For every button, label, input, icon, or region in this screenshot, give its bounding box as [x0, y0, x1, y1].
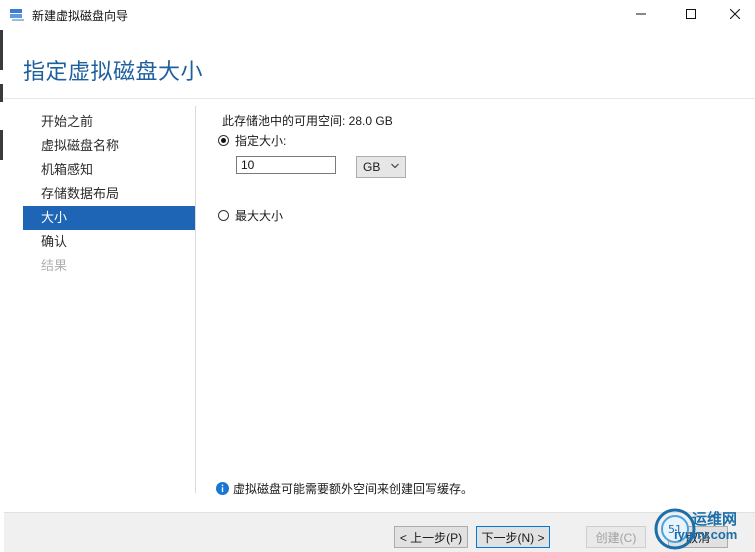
nav-item-virtual-disk-name[interactable]: 虚拟磁盘名称 [23, 134, 195, 158]
nav-item-results: 结果 [41, 258, 68, 273]
window-title: 新建虚拟磁盘向导 [32, 9, 129, 23]
watermark: 51 运维网 iyunv.com [652, 506, 752, 552]
specify-size-label: 指定大小: [235, 134, 287, 148]
wizard-header: 指定虚拟磁盘大小 [4, 28, 755, 98]
unit-select[interactable]: GB [356, 156, 406, 178]
wizard-steps-nav: 开始之前 虚拟磁盘名称 机箱感知 存储数据布局 大小 确认 结果 [23, 110, 195, 278]
maximize-icon [686, 9, 696, 19]
storage-app-icon [9, 6, 25, 22]
info-text: 虚拟磁盘可能需要额外空间来创建回写缓存。 [233, 482, 474, 496]
header-divider [4, 98, 755, 99]
wizard-window: 新建虚拟磁盘向导 指定虚拟磁盘大小 开始之前 虚拟磁盘名称 机箱感知 存储数据布… [0, 0, 755, 552]
specify-size-option[interactable]: 指定大小: [218, 132, 286, 149]
info-icon [216, 482, 229, 495]
info-message: 虚拟磁盘可能需要额外空间来创建回写缓存。 [216, 480, 473, 497]
watermark-line1: 运维网 [692, 511, 738, 528]
watermark-line2: iyunv.com [674, 527, 738, 542]
edge-artifact [0, 84, 3, 102]
nav-item-before-you-begin[interactable]: 开始之前 [23, 110, 195, 134]
edge-artifact [0, 30, 3, 70]
minimize-button[interactable] [618, 0, 664, 28]
chevron-down-icon [391, 163, 399, 169]
create-button: 创建(C) [586, 526, 646, 548]
nav-item-size[interactable]: 大小 [23, 206, 195, 230]
minimize-icon [636, 13, 646, 15]
next-button[interactable]: 下一步(N) > [476, 526, 550, 548]
page-title: 指定虚拟磁盘大小 [23, 59, 204, 84]
size-input[interactable] [236, 156, 336, 174]
wizard-footer: < 上一步(P) 下一步(N) > 创建(C) 取消 [4, 512, 755, 552]
close-icon [730, 9, 740, 19]
previous-button[interactable]: < 上一步(P) [394, 526, 468, 548]
close-button[interactable] [712, 0, 755, 28]
nav-item-enclosure-awareness[interactable]: 机箱感知 [23, 158, 195, 182]
edge-artifact [0, 130, 3, 160]
specify-size-radio[interactable] [218, 135, 229, 146]
nav-item-confirmation[interactable]: 确认 [23, 230, 195, 254]
max-size-radio[interactable] [218, 210, 229, 221]
available-space-text: 此存储池中的可用空间: 28.0 GB [222, 114, 393, 128]
max-size-label: 最大大小 [235, 209, 284, 223]
maximize-button[interactable] [668, 0, 714, 28]
nav-separator [195, 106, 196, 493]
max-size-option[interactable]: 最大大小 [218, 207, 283, 224]
title-bar: 新建虚拟磁盘向导 [0, 0, 755, 28]
nav-item-storage-layout[interactable]: 存储数据布局 [23, 182, 195, 206]
unit-select-value: GB [363, 160, 381, 174]
